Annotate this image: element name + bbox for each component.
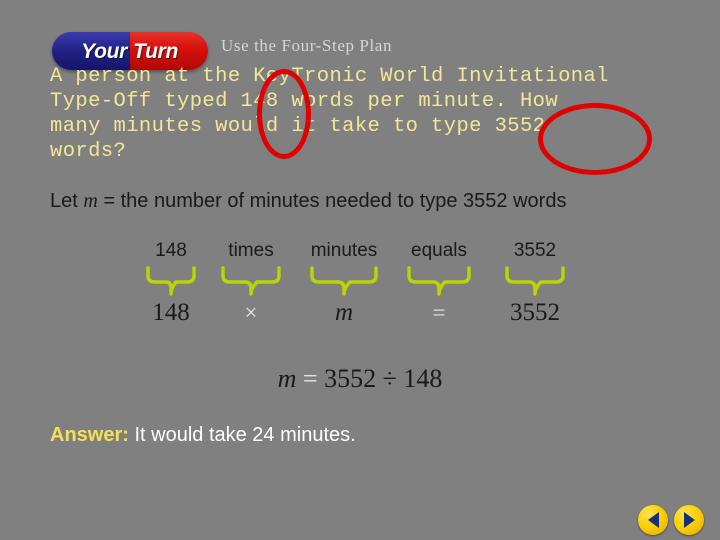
equation-words-row: 148 times minutes equals 3552 bbox=[135, 238, 585, 264]
answer-label: Answer: bbox=[50, 424, 129, 446]
word-label-148: 148 bbox=[155, 240, 187, 261]
problem-line-4: words? bbox=[50, 140, 127, 163]
word-cell-3: minutes bbox=[295, 238, 393, 264]
symbol-cell-2: × bbox=[207, 298, 295, 328]
variable-m: m bbox=[83, 190, 98, 212]
symbol-cell-5: 3552 bbox=[485, 298, 585, 328]
underbrace-icon bbox=[221, 266, 281, 296]
arrow-right-icon bbox=[683, 512, 695, 528]
underbrace-icon bbox=[146, 266, 196, 296]
equation-symbols-row: 148 × m = 3552 bbox=[135, 298, 585, 328]
brace-row bbox=[135, 266, 585, 298]
word-cell-5: 3552 bbox=[485, 238, 585, 264]
brace-cell-5 bbox=[485, 266, 585, 298]
badge-word-turn: Turn bbox=[133, 39, 179, 63]
underbrace-icon bbox=[505, 266, 565, 296]
word-label-equals: equals bbox=[411, 240, 467, 261]
final-expression: 3552 ÷ 148 bbox=[324, 364, 443, 393]
word-label-minutes: minutes bbox=[310, 240, 378, 261]
symbol-cell-4: = bbox=[393, 298, 485, 328]
section-title: Use the Four-Step Plan bbox=[221, 36, 393, 55]
badge-word-your: Your bbox=[81, 39, 127, 63]
brace-cell-2 bbox=[207, 266, 295, 298]
symbol-cell-1: 148 bbox=[135, 298, 207, 328]
final-variable-m: m bbox=[277, 364, 297, 393]
symbol-multiply: × bbox=[244, 300, 258, 325]
word-cell-4: equals bbox=[393, 238, 485, 264]
next-slide-button[interactable] bbox=[674, 505, 704, 535]
slide-navigation bbox=[638, 505, 704, 535]
underbrace-icon bbox=[310, 266, 378, 296]
symbol-variable-m: m bbox=[334, 299, 354, 326]
slide-header: Your Turn Use the Four-Step Plan bbox=[0, 14, 720, 70]
problem-statement: A person at the KeyTronic World Invitati… bbox=[50, 64, 700, 164]
brace-cell-4 bbox=[393, 266, 485, 298]
symbol-148: 148 bbox=[152, 299, 190, 326]
underbrace-icon bbox=[407, 266, 471, 296]
problem-line-1: A person at the KeyTronic World Invitati… bbox=[50, 65, 609, 88]
word-label-times: times bbox=[228, 240, 274, 261]
let-prefix: Let bbox=[50, 190, 84, 212]
word-label-3552: 3552 bbox=[513, 240, 557, 261]
answer-text: It would take 24 minutes. bbox=[134, 424, 356, 446]
previous-slide-button[interactable] bbox=[638, 505, 668, 535]
slide-canvas: Your Turn Use the Four-Step Plan A perso… bbox=[0, 0, 720, 540]
arrow-left-icon bbox=[647, 512, 659, 528]
final-equation: m = 3552 ÷ 148 bbox=[0, 364, 720, 394]
answer-line: Answer: It would take 24 minutes. bbox=[50, 424, 356, 447]
word-cell-2: times bbox=[207, 238, 295, 264]
word-cell-1: 148 bbox=[135, 238, 207, 264]
problem-line-3: many minutes would it take to type 3552 bbox=[50, 115, 546, 138]
final-equals-sign: = bbox=[302, 364, 318, 393]
equation-table: 148 times minutes equals 3552 148 × m = … bbox=[135, 238, 585, 328]
symbol-cell-3: m bbox=[295, 298, 393, 328]
brace-cell-3 bbox=[295, 266, 393, 298]
problem-line-2: Type-Off typed 148 words per minute. How bbox=[50, 90, 559, 113]
brace-cell-1 bbox=[135, 266, 207, 298]
let-suffix: = the number of minutes needed to type 3… bbox=[97, 190, 567, 212]
symbol-3552: 3552 bbox=[510, 299, 560, 326]
symbol-equals: = bbox=[432, 300, 446, 325]
variable-definition: Let m = the number of minutes needed to … bbox=[50, 190, 566, 213]
